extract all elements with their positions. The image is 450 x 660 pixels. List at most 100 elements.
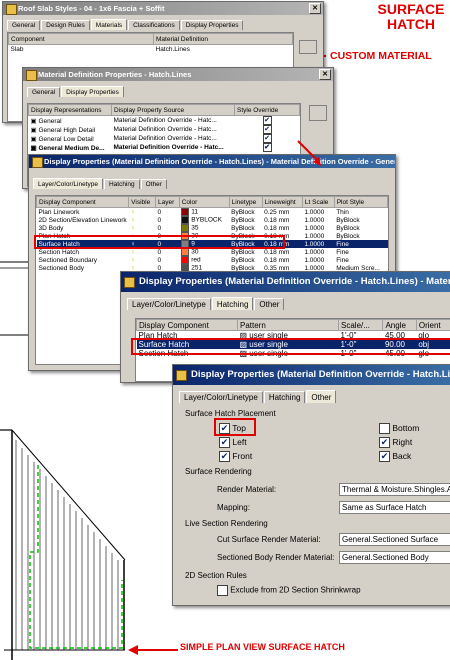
col-lineweight[interactable]: Lineweight [261, 196, 303, 208]
section-rules-group: 2D Section Rules [185, 571, 247, 580]
app-icon [6, 4, 17, 15]
front-checkbox-row[interactable]: ✔ Front [219, 451, 252, 463]
col-plot-style[interactable]: Plot Style [333, 196, 388, 208]
override-checkbox[interactable]: ✔ [262, 125, 272, 134]
table-row[interactable]: Slab Hatch.Lines [9, 45, 293, 54]
lightbulb-icon[interactable]: ♀ [129, 216, 156, 224]
table-row[interactable]: Sectioned Boundary ♀ 0 red ByBlock 0.18 mm 1.0… [37, 256, 388, 264]
tab-design-rules[interactable]: Design Rules [41, 20, 90, 30]
tab-other[interactable]: Other [254, 298, 285, 310]
window-titlebar: Display Properties (Material Definition … [173, 365, 450, 385]
color-swatch [181, 208, 190, 216]
tab-layer-color-linetype[interactable]: Layer/Color/Linetype [179, 391, 263, 403]
col-linetype[interactable]: Linetype [228, 196, 263, 208]
sectioned-body-label: Sectioned Body Render Material: [217, 553, 335, 562]
col-component[interactable]: Component [8, 33, 154, 45]
custom-material-label: CUSTOM MATERIAL [330, 50, 432, 62]
override-checkbox[interactable]: ✔ [262, 116, 272, 125]
exclude-checkbox[interactable] [217, 585, 228, 596]
tab-other[interactable]: Other [306, 390, 337, 403]
top-checkbox-highlight [214, 418, 256, 436]
exclude-checkbox-row[interactable]: Exclude from 2D Section Shrinkwrap [217, 585, 361, 596]
col-layer[interactable]: Layer [154, 196, 180, 208]
col-scale[interactable]: Scale/... [337, 319, 384, 331]
window-titlebar: Material Definition Properties - Hatch.L… [23, 68, 333, 81]
table-row[interactable]: Plan Linework ♀ 0 11 ByBlock 0.25 mm 1.0000 Thi… [37, 208, 388, 217]
window-title: Display Properties (Material Definition … [191, 369, 450, 380]
toolbar-button[interactable] [299, 40, 317, 54]
table-row[interactable]: ▣ General Material Definition Override - … [29, 116, 300, 125]
window-title: Display Properties (Material Definition … [139, 276, 450, 287]
window-titlebar: Display Properties (Material Definition … [121, 272, 450, 292]
lightbulb-icon[interactable]: ♀ [129, 256, 156, 264]
lightbulb-icon[interactable]: ♀ [129, 248, 156, 256]
col-display-component[interactable]: Display Component [36, 196, 130, 208]
tab-general[interactable]: General [7, 20, 41, 30]
app-icon [26, 70, 37, 81]
tab-materials[interactable]: Materials [90, 19, 128, 30]
window-titlebar: Roof Slab Styles - 04 - 1x6 Fascia + Sof… [3, 2, 323, 15]
surface-rendering-group: Surface Rendering [185, 467, 252, 476]
col-angle[interactable]: Angle [382, 319, 417, 331]
right-checkbox[interactable]: ✔ [379, 437, 390, 449]
tab-general[interactable]: General [27, 87, 61, 97]
override-checkbox[interactable]: ✔ [262, 134, 272, 143]
col-visible[interactable]: Visible [128, 196, 156, 208]
window-title: Display Properties (Material Definition … [44, 157, 395, 166]
cut-surface-select[interactable]: General.Sectioned Surface [339, 533, 450, 546]
col-pattern[interactable]: Pattern [237, 319, 339, 331]
bottom-checkbox-row[interactable]: Bottom [379, 423, 419, 435]
col-lt-scale[interactable]: Lt Scale [301, 196, 335, 208]
tab-bar: Layer/Color/Linetype Hatching Other [127, 297, 285, 310]
tab-display-properties[interactable]: Display Properties [61, 86, 124, 97]
close-button[interactable]: ✕ [319, 69, 331, 80]
override-checkbox[interactable]: ✔ [262, 143, 272, 152]
col-display-reps[interactable]: Display Representations [28, 104, 112, 116]
tab-layer-color-linetype[interactable]: Layer/Color/Linetype [33, 178, 103, 189]
left-checkbox[interactable]: ✔ [219, 437, 230, 449]
render-material-select[interactable]: Thermal & Moisture.Shingles.Asph [339, 483, 450, 496]
mapping-select[interactable]: Same as Surface Hatch [339, 501, 450, 514]
surface-hatch-highlight [131, 338, 450, 355]
col-display-component[interactable]: Display Component [136, 319, 238, 331]
tab-classifications[interactable]: Classifications [128, 20, 180, 30]
title-annotation: SURFACE HATCH [372, 2, 450, 32]
col-color[interactable]: Color [178, 196, 230, 208]
app-icon [124, 277, 135, 288]
col-orient[interactable]: Orient [415, 319, 450, 331]
title-line1: SURFACE [377, 1, 445, 17]
display-properties-other-window: Display Properties (Material Definition … [172, 364, 450, 606]
tab-other[interactable]: Other [140, 179, 167, 189]
left-checkbox-row[interactable]: ✔ Left [219, 437, 247, 449]
window-title: Material Definition Properties - Hatch.L… [38, 70, 192, 79]
sectioned-body-select[interactable]: General.Sectioned Body [339, 551, 450, 564]
table-row[interactable]: Section Hatch ♀ 0 30 ByBlock 0.18 mm 1.0000 Fin… [37, 248, 388, 256]
col-material-definition[interactable]: Material Definition [153, 33, 293, 45]
tab-layer-color-linetype[interactable]: Layer/Color/Linetype [127, 298, 211, 310]
front-checkbox[interactable]: ✔ [219, 451, 230, 463]
edit-display-button[interactable] [309, 105, 327, 121]
mapping-label: Mapping: [217, 503, 250, 512]
back-checkbox-row[interactable]: ✔ Back [379, 451, 411, 463]
live-section-group: Live Section Rendering [185, 519, 268, 528]
lightbulb-icon[interactable]: ♀ [129, 224, 156, 232]
table-row[interactable]: ▣ General Medium De... Material Definitio… [29, 143, 300, 152]
lightbulb-icon[interactable]: ♀ [129, 208, 156, 217]
table-row[interactable]: ▣ General Low Detail Material Definition … [29, 134, 300, 143]
table-row[interactable]: 3D Body ♀ 0 35 ByBlock 0.18 mm 1.0000 ByBlock [37, 224, 388, 232]
table-row[interactable]: 2D Section/Elevation Linework ♀ 0 BYBLOCK By… [37, 216, 388, 224]
bottom-checkbox[interactable] [379, 423, 390, 435]
table-row[interactable]: ▣ General High Detail Material Definition… [29, 125, 300, 134]
close-button[interactable]: ✕ [309, 3, 321, 14]
app-icon [176, 370, 187, 381]
col-override[interactable]: Style Override [234, 104, 300, 116]
col-source[interactable]: Display Property Source [111, 104, 235, 116]
window-title: Roof Slab Styles - 04 - 1x6 Fascia + Sof… [18, 4, 165, 13]
right-checkbox-row[interactable]: ✔ Right [379, 437, 412, 449]
tab-hatching[interactable]: Hatching [263, 391, 306, 403]
tab-hatching[interactable]: Hatching [211, 297, 254, 310]
tab-display-properties[interactable]: Display Properties [180, 20, 244, 30]
tab-hatching[interactable]: Hatching [103, 179, 140, 189]
cut-surface-label: Cut Surface Render Material: [217, 535, 321, 544]
back-checkbox[interactable]: ✔ [379, 451, 390, 463]
